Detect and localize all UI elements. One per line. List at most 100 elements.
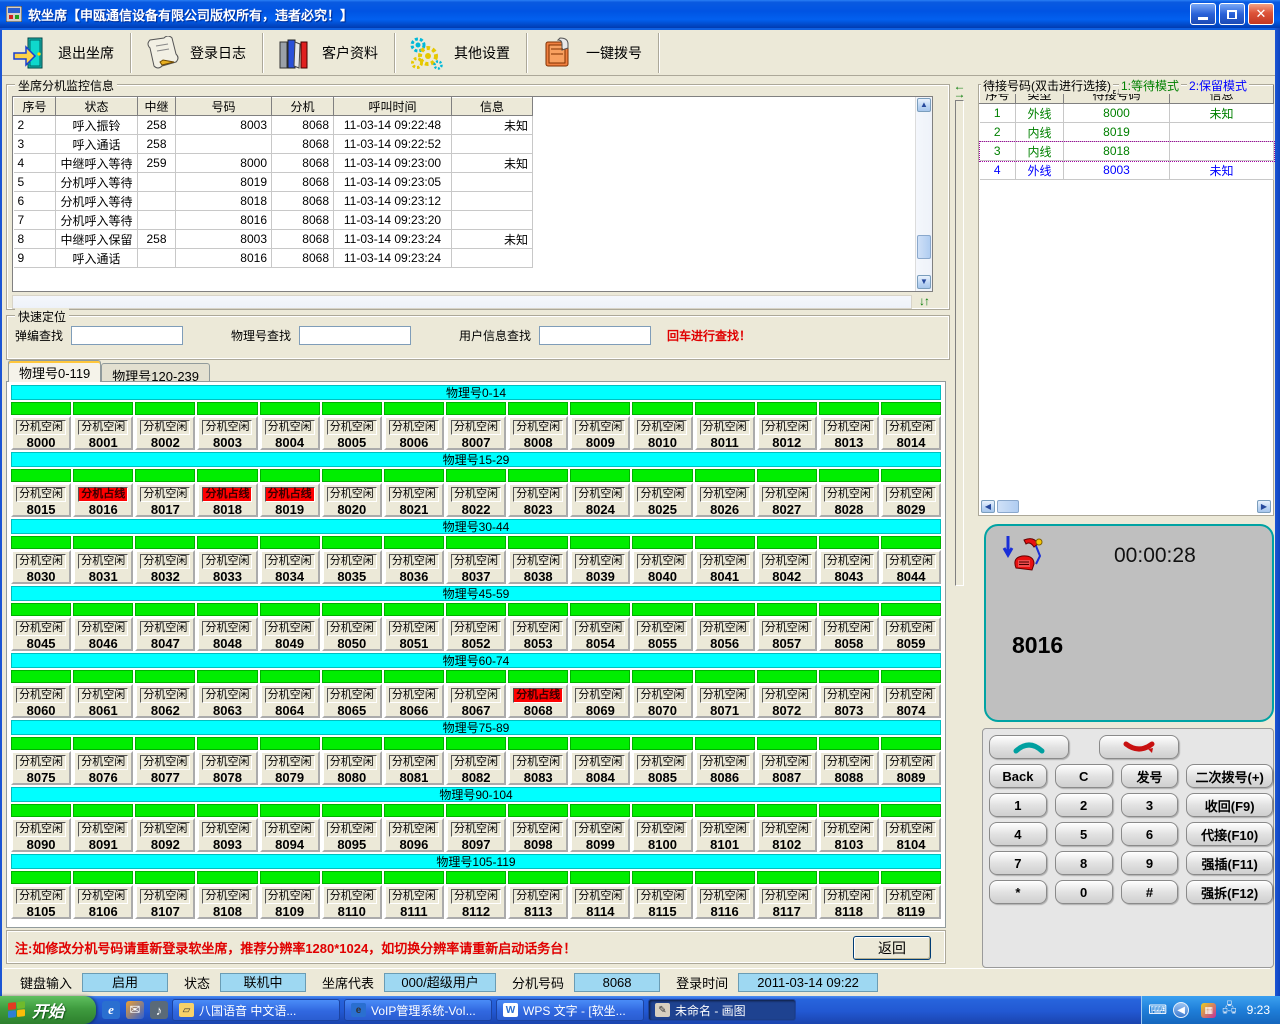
extension-cell-8003[interactable]: 分机空闲8003 bbox=[197, 402, 257, 450]
back-button[interactable]: 返回 bbox=[853, 936, 931, 960]
extension-cell-8085[interactable]: 分机空闲8085 bbox=[632, 737, 692, 785]
monitor-row[interactable]: 2呼入振铃2588003806811-03-14 09:22:48未知 bbox=[14, 116, 533, 135]
extension-cell-8117[interactable]: 分机空闲8117 bbox=[757, 871, 817, 919]
extension-cell-8008[interactable]: 分机空闲8008 bbox=[508, 402, 568, 450]
extension-cell-8046[interactable]: 分机空闲8046 bbox=[73, 603, 133, 651]
extension-cell-8072[interactable]: 分机空闲8072 bbox=[757, 670, 817, 718]
extension-cell-8006[interactable]: 分机空闲8006 bbox=[384, 402, 444, 450]
other-settings-button[interactable]: 其他设置 bbox=[398, 32, 524, 74]
extension-cell-8066[interactable]: 分机空闲8066 bbox=[384, 670, 444, 718]
keypad-button-Back[interactable]: Back bbox=[989, 764, 1047, 788]
monitor-col-header[interactable]: 状态 bbox=[56, 98, 138, 116]
keypad-button-#[interactable]: # bbox=[1121, 880, 1179, 904]
extension-cell-8118[interactable]: 分机空闲8118 bbox=[819, 871, 879, 919]
extension-cell-8092[interactable]: 分机空闲8092 bbox=[135, 804, 195, 852]
extension-cell-8064[interactable]: 分机空闲8064 bbox=[260, 670, 320, 718]
extension-cell-8016[interactable]: 分机占线8016 bbox=[73, 469, 133, 517]
extension-cell-8010[interactable]: 分机空闲8010 bbox=[632, 402, 692, 450]
network-tray-icon[interactable]: 🖧 bbox=[1222, 999, 1237, 1021]
extension-cell-8055[interactable]: 分机空闲8055 bbox=[632, 603, 692, 651]
extension-cell-8080[interactable]: 分机空闲8080 bbox=[322, 737, 382, 785]
scroll-right-button[interactable]: ▶ bbox=[1257, 500, 1271, 513]
keypad-button-1[interactable]: 1 bbox=[989, 793, 1047, 817]
extension-cell-8111[interactable]: 分机空闲8111 bbox=[384, 871, 444, 919]
pending-row[interactable]: 2内线8019 bbox=[980, 123, 1274, 142]
extension-cell-8036[interactable]: 分机空闲8036 bbox=[384, 536, 444, 584]
extension-cell-8041[interactable]: 分机空闲8041 bbox=[695, 536, 755, 584]
userinfo-search-input[interactable] bbox=[539, 326, 651, 345]
extension-cell-8021[interactable]: 分机空闲8021 bbox=[384, 469, 444, 517]
monitor-row[interactable]: 8中继呼入保留2588003806811-03-14 09:23:24未知 bbox=[14, 230, 533, 249]
extension-cell-8059[interactable]: 分机空闲8059 bbox=[881, 603, 941, 651]
extension-cell-8000[interactable]: 分机空闲8000 bbox=[11, 402, 71, 450]
extension-cell-8033[interactable]: 分机空闲8033 bbox=[197, 536, 257, 584]
extension-cell-8025[interactable]: 分机空闲8025 bbox=[632, 469, 692, 517]
pending-row[interactable]: 3内线8018 bbox=[980, 142, 1274, 161]
close-button[interactable]: ✕ bbox=[1248, 3, 1274, 25]
extension-cell-8071[interactable]: 分机空闲8071 bbox=[695, 670, 755, 718]
extension-cell-8058[interactable]: 分机空闲8058 bbox=[819, 603, 879, 651]
extension-cell-8069[interactable]: 分机空闲8069 bbox=[570, 670, 630, 718]
tray-collapse-chevron[interactable]: ◀ bbox=[1173, 1002, 1189, 1018]
extension-cell-8100[interactable]: 分机空闲8100 bbox=[632, 804, 692, 852]
extension-cell-8012[interactable]: 分机空闲8012 bbox=[757, 402, 817, 450]
extension-cell-8011[interactable]: 分机空闲8011 bbox=[695, 402, 755, 450]
extension-cell-8060[interactable]: 分机空闲8060 bbox=[11, 670, 71, 718]
extension-cell-8106[interactable]: 分机空闲8106 bbox=[73, 871, 133, 919]
monitor-col-header[interactable]: 序号 bbox=[14, 98, 56, 116]
extension-cell-8022[interactable]: 分机空闲8022 bbox=[446, 469, 506, 517]
extension-cell-8018[interactable]: 分机占线8018 bbox=[197, 469, 257, 517]
monitor-hscrollbar[interactable] bbox=[12, 295, 912, 309]
tab-physical-0-119[interactable]: 物理号0-119 bbox=[8, 360, 101, 382]
monitor-col-header[interactable]: 分机 bbox=[272, 98, 334, 116]
extension-cell-8051[interactable]: 分机空闲8051 bbox=[384, 603, 444, 651]
extension-cell-8019[interactable]: 分机占线8019 bbox=[260, 469, 320, 517]
scroll-left-button[interactable]: ◀ bbox=[981, 500, 995, 513]
extension-cell-8084[interactable]: 分机空闲8084 bbox=[570, 737, 630, 785]
mediaplayer-quicklaunch-icon[interactable]: ♪ bbox=[150, 1001, 168, 1019]
flexnum-search-input[interactable] bbox=[71, 326, 183, 345]
extension-cell-8038[interactable]: 分机空闲8038 bbox=[508, 536, 568, 584]
maximize-button[interactable] bbox=[1219, 3, 1245, 25]
extension-cell-8110[interactable]: 分机空闲8110 bbox=[322, 871, 382, 919]
keypad-button-8[interactable]: 8 bbox=[1055, 851, 1113, 875]
extension-cell-8091[interactable]: 分机空闲8091 bbox=[73, 804, 133, 852]
extension-cell-8050[interactable]: 分机空闲8050 bbox=[322, 603, 382, 651]
monitor-col-header[interactable]: 信息 bbox=[452, 98, 533, 116]
pending-row[interactable]: 4外线8003未知 bbox=[980, 161, 1274, 180]
extension-cell-8099[interactable]: 分机空闲8099 bbox=[570, 804, 630, 852]
extension-cell-8001[interactable]: 分机空闲8001 bbox=[73, 402, 133, 450]
keypad-button-[interactable]: 发号 bbox=[1121, 764, 1179, 788]
keypad-button-F11[interactable]: 强插(F11) bbox=[1186, 851, 1273, 875]
login-log-button[interactable]: 登录日志 bbox=[134, 32, 260, 74]
extension-cell-8082[interactable]: 分机空闲8082 bbox=[446, 737, 506, 785]
monitor-row[interactable]: 3呼入通话258806811-03-14 09:22:52 bbox=[14, 135, 533, 154]
taskbar-task-3[interactable]: WWPS 文字 - [软坐... bbox=[496, 999, 644, 1021]
extension-cell-8108[interactable]: 分机空闲8108 bbox=[197, 871, 257, 919]
extension-cell-8054[interactable]: 分机空闲8054 bbox=[570, 603, 630, 651]
extension-cell-8094[interactable]: 分机空闲8094 bbox=[260, 804, 320, 852]
extension-cell-8073[interactable]: 分机空闲8073 bbox=[819, 670, 879, 718]
extension-cell-8049[interactable]: 分机空闲8049 bbox=[260, 603, 320, 651]
extension-cell-8089[interactable]: 分机空闲8089 bbox=[881, 737, 941, 785]
extension-cell-8093[interactable]: 分机空闲8093 bbox=[197, 804, 257, 852]
extension-cell-8104[interactable]: 分机空闲8104 bbox=[881, 804, 941, 852]
keypad-button-F10[interactable]: 代接(F10) bbox=[1186, 822, 1273, 846]
extension-cell-8035[interactable]: 分机空闲8035 bbox=[322, 536, 382, 584]
extension-cell-8040[interactable]: 分机空闲8040 bbox=[632, 536, 692, 584]
start-button[interactable]: 开始 bbox=[0, 996, 96, 1024]
panel-splitter[interactable] bbox=[955, 100, 964, 586]
extension-cell-8107[interactable]: 分机空闲8107 bbox=[135, 871, 195, 919]
extension-cell-8027[interactable]: 分机空闲8027 bbox=[757, 469, 817, 517]
extension-cell-8087[interactable]: 分机空闲8087 bbox=[757, 737, 817, 785]
monitor-row[interactable]: 5分机呼入等待8019806811-03-14 09:23:05 bbox=[14, 173, 533, 192]
extension-cell-8013[interactable]: 分机空闲8013 bbox=[819, 402, 879, 450]
extension-cell-8044[interactable]: 分机空闲8044 bbox=[881, 536, 941, 584]
exit-agent-button[interactable]: 退出坐席 bbox=[2, 32, 128, 74]
extension-cell-8116[interactable]: 分机空闲8116 bbox=[695, 871, 755, 919]
extension-cell-8052[interactable]: 分机空闲8052 bbox=[446, 603, 506, 651]
extension-cell-8115[interactable]: 分机空闲8115 bbox=[632, 871, 692, 919]
keypad-button-F9[interactable]: 收回(F9) bbox=[1186, 793, 1273, 817]
extension-cell-8056[interactable]: 分机空闲8056 bbox=[695, 603, 755, 651]
extension-cell-8101[interactable]: 分机空闲8101 bbox=[695, 804, 755, 852]
